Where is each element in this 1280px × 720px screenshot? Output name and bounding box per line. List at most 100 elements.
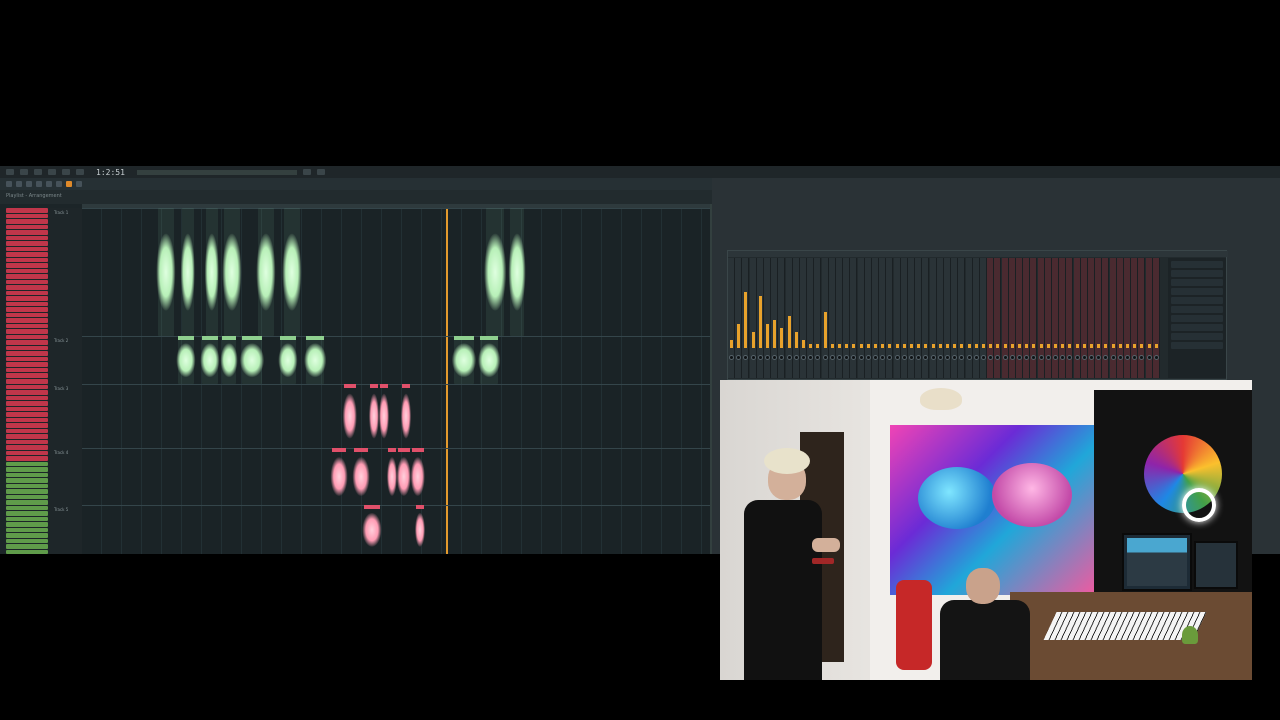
tempo-display[interactable] xyxy=(302,169,311,175)
pattern-item[interactable] xyxy=(6,417,48,423)
draw-tool-icon[interactable] xyxy=(6,181,12,187)
mixer-strip[interactable] xyxy=(965,258,973,378)
pattern-item[interactable] xyxy=(6,290,48,296)
pan-knob[interactable] xyxy=(1024,355,1030,360)
mixer-strip[interactable] xyxy=(1023,258,1031,378)
arrangement-grid[interactable] xyxy=(82,208,710,554)
mixer-strip[interactable] xyxy=(1037,258,1045,378)
track-label[interactable]: Track 4 xyxy=(54,450,68,455)
mixer-strip[interactable] xyxy=(742,258,750,378)
pattern-item[interactable] xyxy=(6,268,48,274)
pan-knob[interactable] xyxy=(772,355,778,360)
pan-knob[interactable] xyxy=(858,355,864,360)
pattern-item[interactable] xyxy=(6,378,48,384)
pan-knob[interactable] xyxy=(1089,355,1094,360)
audio-clip[interactable] xyxy=(282,208,302,336)
pattern-item[interactable] xyxy=(6,318,48,323)
audio-clip[interactable] xyxy=(387,448,397,505)
slice-tool-icon[interactable] xyxy=(46,181,52,187)
pan-knob[interactable] xyxy=(865,355,871,360)
mixer-strip[interactable] xyxy=(994,258,1002,378)
mixer-strip[interactable] xyxy=(1044,258,1052,378)
audio-clip[interactable] xyxy=(200,336,220,384)
pan-knob[interactable] xyxy=(815,355,821,360)
pattern-item[interactable] xyxy=(6,301,48,307)
pan-knob[interactable] xyxy=(1081,355,1087,360)
pattern-item[interactable] xyxy=(6,461,48,467)
pan-knob[interactable] xyxy=(822,355,828,360)
mixer-strip[interactable] xyxy=(749,258,757,378)
mixer-strip[interactable] xyxy=(936,258,944,378)
pan-knob[interactable] xyxy=(729,355,734,360)
mixer-strip[interactable] xyxy=(771,258,779,378)
audio-clip[interactable] xyxy=(180,208,196,336)
track-label[interactable]: Track 5 xyxy=(54,507,68,512)
pattern-item[interactable] xyxy=(6,323,48,329)
pan-knob[interactable] xyxy=(909,355,914,360)
audio-clip[interactable] xyxy=(204,208,220,336)
pan-knob[interactable] xyxy=(873,355,878,360)
mixer-strip[interactable] xyxy=(778,258,786,378)
pan-knob[interactable] xyxy=(995,355,1001,360)
audio-clip[interactable] xyxy=(410,448,426,505)
pattern-item[interactable] xyxy=(6,307,48,312)
pan-knob[interactable] xyxy=(930,355,936,360)
pattern-selector[interactable] xyxy=(316,169,325,175)
pattern-item[interactable] xyxy=(6,494,48,500)
mixer-strip[interactable] xyxy=(821,258,829,378)
pattern-item[interactable] xyxy=(6,296,48,301)
audio-clip[interactable] xyxy=(369,384,379,448)
mute-tool-icon[interactable] xyxy=(36,181,42,187)
pan-knob[interactable] xyxy=(981,355,986,360)
mixer-strip[interactable] xyxy=(1102,258,1110,378)
pattern-item[interactable] xyxy=(6,472,48,478)
pattern-item[interactable] xyxy=(6,257,48,263)
insert-slot[interactable] xyxy=(1171,324,1223,331)
pattern-item[interactable] xyxy=(6,263,48,268)
mixer-strip[interactable] xyxy=(728,258,735,378)
pattern-item[interactable] xyxy=(6,246,48,252)
track-label[interactable]: Track 3 xyxy=(54,386,68,391)
pattern-item[interactable] xyxy=(6,406,48,412)
mixer-strip[interactable] xyxy=(886,258,894,378)
pattern-item[interactable] xyxy=(6,235,48,241)
mixer-strip[interactable] xyxy=(735,258,743,378)
pan-knob[interactable] xyxy=(837,355,842,360)
pan-knob[interactable] xyxy=(988,355,994,360)
mixer-strip[interactable] xyxy=(1030,258,1038,378)
insert-slot[interactable] xyxy=(1171,342,1223,349)
pan-knob[interactable] xyxy=(1002,355,1008,360)
pattern-item[interactable] xyxy=(6,345,48,351)
mixer-strip[interactable] xyxy=(879,258,887,378)
pattern-item[interactable] xyxy=(6,522,48,527)
edit-menu-button[interactable] xyxy=(34,169,42,175)
insert-slot[interactable] xyxy=(1171,279,1223,286)
mixer-strip[interactable] xyxy=(850,258,858,378)
pan-knob[interactable] xyxy=(966,355,972,360)
pattern-item[interactable] xyxy=(6,213,48,219)
mixer-strip[interactable] xyxy=(1116,258,1124,378)
pattern-item[interactable] xyxy=(6,367,48,373)
pattern-item[interactable] xyxy=(6,500,48,505)
mixer-strip[interactable] xyxy=(1059,258,1067,378)
audio-clip[interactable] xyxy=(362,505,382,554)
pan-knob[interactable] xyxy=(829,355,835,360)
mixer-strip[interactable] xyxy=(792,258,800,378)
pattern-item[interactable] xyxy=(6,428,48,434)
pan-knob[interactable] xyxy=(844,355,850,360)
audio-clip[interactable] xyxy=(176,336,196,384)
pan-knob[interactable] xyxy=(779,355,785,360)
mixer-strip[interactable] xyxy=(922,258,930,378)
pan-knob[interactable] xyxy=(937,355,943,360)
pan-knob[interactable] xyxy=(793,355,799,360)
pattern-item[interactable] xyxy=(6,279,48,285)
track-label[interactable]: Track 1 xyxy=(54,210,68,215)
pattern-item[interactable] xyxy=(6,478,48,483)
mixer-strip[interactable] xyxy=(1088,258,1095,378)
insert-slot[interactable] xyxy=(1171,288,1223,295)
mixer-titlebar[interactable] xyxy=(728,251,1228,257)
pattern-item[interactable] xyxy=(6,489,48,494)
pattern-item[interactable] xyxy=(6,533,48,538)
mixer-strip[interactable] xyxy=(814,258,822,378)
pattern-item[interactable] xyxy=(6,401,48,406)
